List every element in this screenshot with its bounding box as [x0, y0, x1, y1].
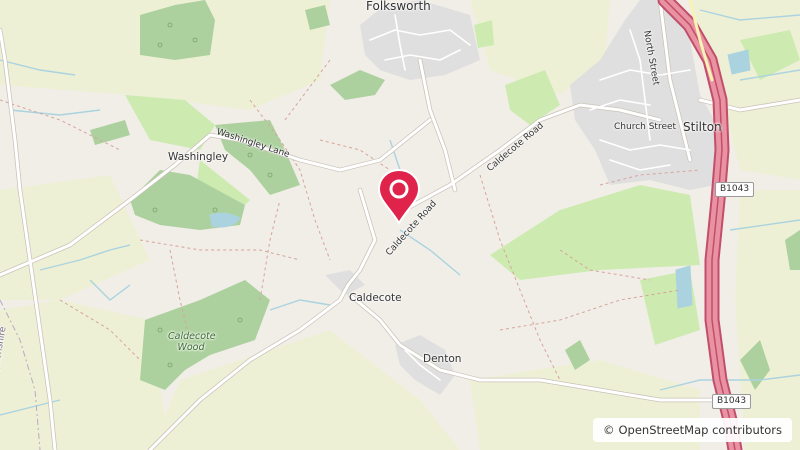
- place-label-folksworth: Folksworth: [366, 0, 431, 13]
- road-label-church-street: Church Street: [614, 122, 677, 132]
- map-pin-icon: [377, 168, 421, 225]
- place-label-washingley: Washingley: [168, 151, 229, 163]
- place-label-caldecote-wood: Caldecote Wood: [168, 331, 216, 354]
- place-label-stilton: Stilton: [683, 120, 722, 134]
- place-label-caldecote: Caldecote: [349, 292, 402, 304]
- road-shield-b1043-north: B1043: [715, 182, 755, 197]
- map-attribution: © OpenStreetMap contributors: [592, 418, 792, 442]
- attribution-link[interactable]: OpenStreetMap contributors: [618, 423, 782, 437]
- road-shield-b1043-south: B1043: [712, 394, 752, 409]
- location-marker[interactable]: [376, 168, 422, 226]
- map-viewport[interactable]: Folksworth Stilton Washingley Caldecote …: [0, 0, 800, 450]
- place-label-denton: Denton: [423, 353, 462, 365]
- copyright-symbol: ©: [602, 423, 615, 437]
